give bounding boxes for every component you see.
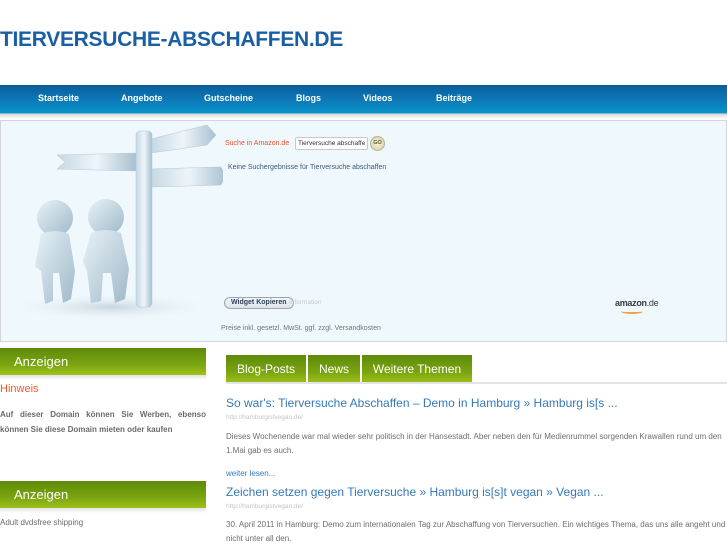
sidebar-heading-ads-1: Anzeigen (0, 348, 206, 375)
nav-item-beitraege[interactable]: Beiträge (436, 93, 472, 103)
site-title[interactable]: TIERVERSUCHE-ABSCHAFFEN.DE (0, 28, 343, 52)
amazon-smile-icon (621, 309, 643, 314)
nav-item-gutscheine[interactable]: Gutscheine (204, 93, 253, 103)
information-link[interactable]: Information (289, 299, 322, 306)
nav-item-startseite[interactable]: Startseite (38, 93, 79, 103)
amazon-logo-text: amazon (615, 298, 647, 308)
notice-heading: Hinweis (0, 383, 39, 395)
amazon-search-label: Suche in Amazon.de (225, 140, 290, 147)
tab-weitere-themen[interactable]: Weitere Themen (362, 355, 472, 383)
signpost-figures-illustration (6, 124, 223, 321)
tab-blog-posts[interactable]: Blog-Posts (226, 355, 306, 383)
tab-news[interactable]: News (308, 355, 360, 383)
sidebar-heading-shadow (0, 375, 206, 380)
nav-shadow (0, 114, 727, 119)
amazon-logo-tld: .de (646, 298, 659, 308)
sidebar-heading-shadow (0, 508, 206, 513)
widget-copy-button[interactable]: Widget Kopieren (224, 297, 294, 309)
amazon-widget: Suche in Amazon.de GO Keine Suchergebnis… (0, 120, 727, 342)
post-url: http://hamburgistvegan.de/ (226, 503, 303, 510)
no-results-message: Keine Suchergebnisse für Tierversuche ab… (228, 164, 387, 171)
post-title[interactable]: So war's: Tierversuche Abschaffen – Demo… (226, 396, 618, 410)
amazon-logo[interactable]: amazon.de (615, 298, 659, 308)
nav-item-angebote[interactable]: Angebote (121, 93, 163, 103)
go-button[interactable]: GO (370, 136, 385, 151)
post-excerpt: Dieses Wochenende war mal wieder sehr po… (226, 432, 722, 455)
sidebar-heading-ads-2: Anzeigen (0, 481, 206, 508)
nav-item-blogs[interactable]: Blogs (296, 93, 321, 103)
post-title[interactable]: Zeichen setzen gegen Tierversuche » Hamb… (226, 485, 604, 499)
nav-item-videos[interactable]: Videos (363, 93, 392, 103)
main-navigation: Startseite Angebote Gutscheine Blogs Vid… (0, 85, 727, 114)
price-note: Preise inkl. gesetzl. MwSt. ggf. zzgl. V… (221, 325, 381, 332)
amazon-search-input[interactable] (295, 137, 368, 150)
post-url: http://hamburgistvegan.de/ (226, 414, 303, 421)
ad-text[interactable]: Adult dvdsfree shipping (0, 518, 83, 527)
domain-notice-text: Auf dieser Domain können Sie Werben, ebe… (0, 410, 206, 434)
tabs-divider (226, 382, 727, 384)
read-more-link[interactable]: weiter lesen... (226, 469, 275, 478)
post-excerpt: 30. April 2011 in Hamburg: Demo zum inte… (226, 520, 726, 543)
